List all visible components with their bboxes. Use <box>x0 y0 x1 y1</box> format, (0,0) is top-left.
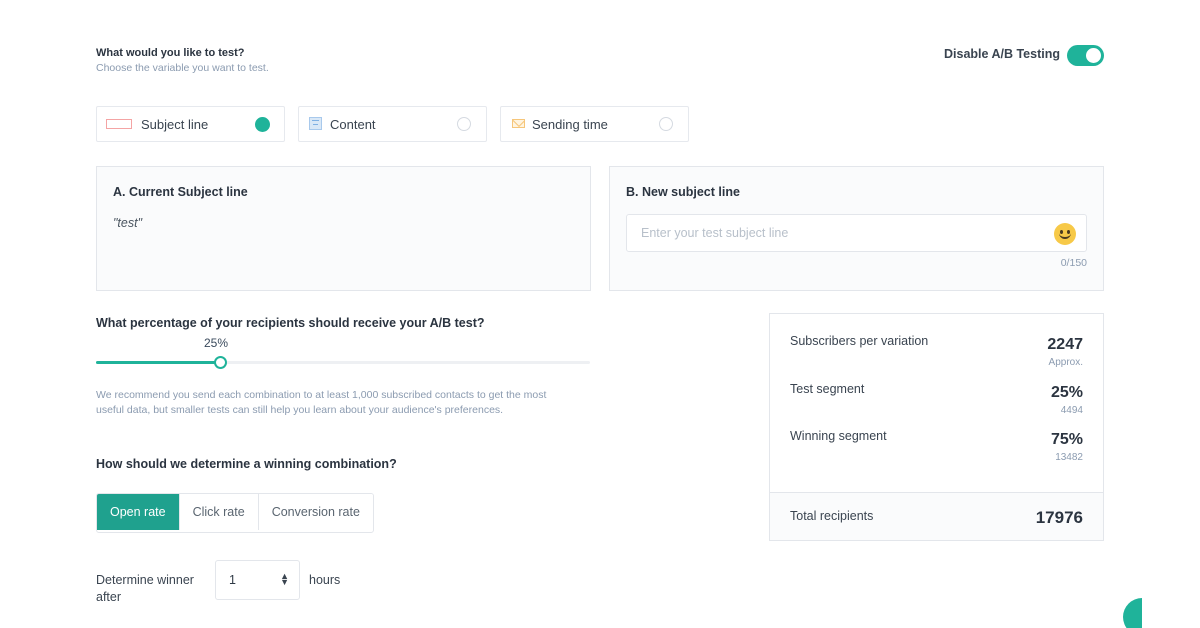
winning-question: How should we determine a winning combin… <box>96 457 397 471</box>
test-segment-value: 25% <box>1050 384 1083 401</box>
panel-b-title: B. New subject line <box>626 185 740 199</box>
test-question-title: What would you like to test? <box>96 47 245 59</box>
toggle-knob <box>1086 48 1101 63</box>
smiley-icon[interactable] <box>1054 223 1076 245</box>
determine-winner-label: Determine winner after <box>96 573 194 604</box>
conversion-rate-button[interactable]: Conversion rate <box>257 494 373 530</box>
winning-metric-selector: Open rate Click rate Conversion rate <box>96 493 374 533</box>
selected-hours: 1 <box>229 573 236 587</box>
sort-caret-icon: ▲ ▼ <box>280 571 289 587</box>
subscribers-value: 2247 <box>1047 336 1083 353</box>
winning-segment-label: Winning segment <box>790 429 887 443</box>
option-content[interactable]: Content <box>298 106 487 142</box>
radio-unselected[interactable] <box>457 117 471 131</box>
total-recipients-label: Total recipients <box>790 509 874 523</box>
option-label: Sending time <box>532 117 608 132</box>
test-segment-count: 4494 <box>1060 405 1083 416</box>
subject-line-icon <box>106 119 132 129</box>
new-subject-input[interactable] <box>639 225 1043 241</box>
total-recipients-value: 17976 <box>1035 508 1083 527</box>
stats-summary-card: Subscribers per variation 2247 Approx. T… <box>769 313 1104 541</box>
emoji-mouth <box>1059 233 1071 239</box>
subscribers-note: Approx. <box>1048 357 1083 368</box>
disable-ab-label: Disable A/B Testing <box>944 47 1060 61</box>
total-recipients-row: Total recipients 17976 <box>770 492 1103 540</box>
percentage-slider[interactable] <box>96 356 590 369</box>
recommendation-text: We recommend you send each combination t… <box>96 389 547 416</box>
slider-thumb[interactable] <box>214 356 227 369</box>
test-question-subtitle: Choose the variable you want to test. <box>96 62 269 74</box>
disable-ab-toggle[interactable] <box>1067 45 1104 66</box>
subscribers-label: Subscribers per variation <box>790 334 929 348</box>
hours-unit-label: hours <box>309 573 341 587</box>
chat-fab-clip <box>1100 580 1142 628</box>
envelope-icon <box>512 119 525 128</box>
option-subject-line[interactable]: Subject line <box>96 106 285 142</box>
new-subject-panel: B. New subject line 0/150 <box>609 166 1104 291</box>
content-icon <box>309 117 322 130</box>
radio-selected[interactable] <box>255 117 270 132</box>
option-sending-time[interactable]: Sending time <box>500 106 689 142</box>
current-subject-value: "test" <box>113 216 143 230</box>
percentage-value-label: 25% <box>204 336 229 350</box>
winning-segment-count: 13482 <box>1055 452 1083 463</box>
open-rate-button[interactable]: Open rate <box>97 494 179 530</box>
option-label: Content <box>330 117 376 132</box>
determine-winner-select[interactable]: 1 ▲ ▼ <box>215 560 300 600</box>
chat-fab-button[interactable] <box>1123 598 1142 628</box>
winning-segment-value: 75% <box>1050 431 1083 448</box>
slider-fill <box>96 361 220 364</box>
test-segment-label: Test segment <box>790 382 865 396</box>
radio-unselected[interactable] <box>659 117 673 131</box>
new-subject-field[interactable] <box>626 214 1087 252</box>
click-rate-button[interactable]: Click rate <box>178 494 258 530</box>
current-subject-panel: A. Current Subject line "test" <box>96 166 591 291</box>
percentage-question: What percentage of your recipients shoul… <box>96 316 485 330</box>
option-label: Subject line <box>141 117 209 132</box>
character-counter: 0/150 <box>1060 257 1087 269</box>
panel-a-title: A. Current Subject line <box>113 185 248 199</box>
